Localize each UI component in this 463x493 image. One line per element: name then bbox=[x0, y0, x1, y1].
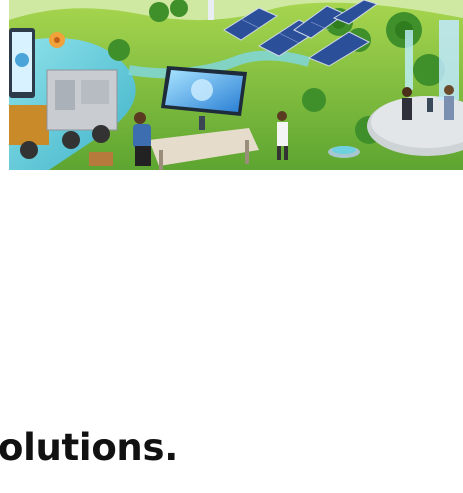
hero-illustration bbox=[9, 0, 463, 170]
headline-text: olutions. bbox=[0, 426, 178, 469]
illustration-icon bbox=[9, 0, 463, 170]
